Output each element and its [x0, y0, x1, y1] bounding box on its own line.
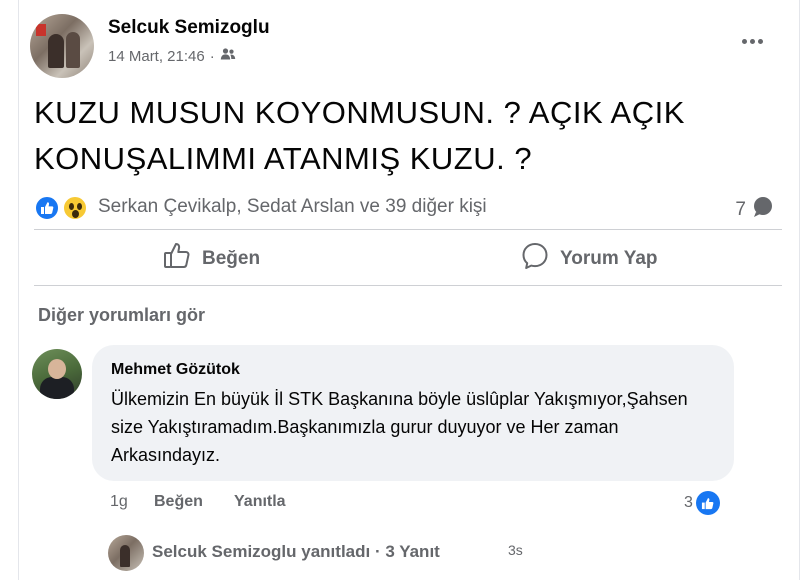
reply-author-avatar[interactable]	[108, 535, 144, 571]
author-name[interactable]: Selcuk Semizoglu	[108, 17, 270, 39]
author-avatar[interactable]	[30, 14, 94, 78]
comment-reply-button[interactable]: Yanıtla	[234, 493, 286, 511]
commenter-name[interactable]: Mehmet Gözütok	[111, 361, 240, 379]
reaction-names[interactable]: Serkan Çevikalp, Sedat Arslan ve 39 diğe…	[98, 196, 487, 218]
comment-text: Ülkemizin En büyük İl STK Başkanına böyl…	[111, 389, 688, 465]
comment-reaction-count: 3	[684, 494, 693, 511]
comment-reactions[interactable]: 3	[684, 490, 720, 516]
divider	[34, 285, 782, 286]
comment-button[interactable]: Yorum Yap	[520, 240, 658, 278]
post-text: KUZU MUSUN KOYONMUSUN. ? AÇIK AÇIK KONUŞ…	[34, 95, 685, 176]
comment-time[interactable]: 1g	[110, 493, 128, 511]
like-button[interactable]: Beğen	[162, 240, 260, 278]
comment-bubble-icon	[752, 196, 774, 224]
comment-count[interactable]: 7	[735, 196, 774, 224]
friends-icon[interactable]	[220, 47, 236, 65]
post-meta: 14 Mart, 21:46 ·	[108, 47, 236, 65]
view-replies-link[interactable]: Selcuk Semizoglu yanıtladı · 3 Yanıt	[152, 542, 440, 562]
commenter-avatar[interactable]	[32, 349, 82, 399]
like-reaction-icon[interactable]	[34, 195, 60, 221]
comment-count-value: 7	[735, 199, 746, 220]
reactions-summary: Serkan Çevikalp, Sedat Arslan ve 39 diğe…	[34, 191, 784, 223]
thumbs-up-icon	[162, 241, 192, 277]
comment-button-label: Yorum Yap	[560, 248, 658, 269]
post-date[interactable]: 14 Mart, 21:46	[108, 48, 205, 65]
wow-reaction-icon[interactable]	[62, 195, 88, 221]
post-card	[18, 0, 800, 580]
meta-separator: ·	[209, 47, 215, 65]
like-reaction-icon	[695, 491, 720, 515]
comment-like-button[interactable]: Beğen	[154, 493, 203, 511]
reply-time: 3s	[508, 542, 523, 558]
see-more-comments-link[interactable]: Diğer yorumları gör	[38, 305, 205, 326]
comment-icon	[520, 241, 550, 277]
like-button-label: Beğen	[202, 248, 261, 269]
more-options-button[interactable]	[735, 30, 769, 52]
divider	[34, 229, 782, 230]
